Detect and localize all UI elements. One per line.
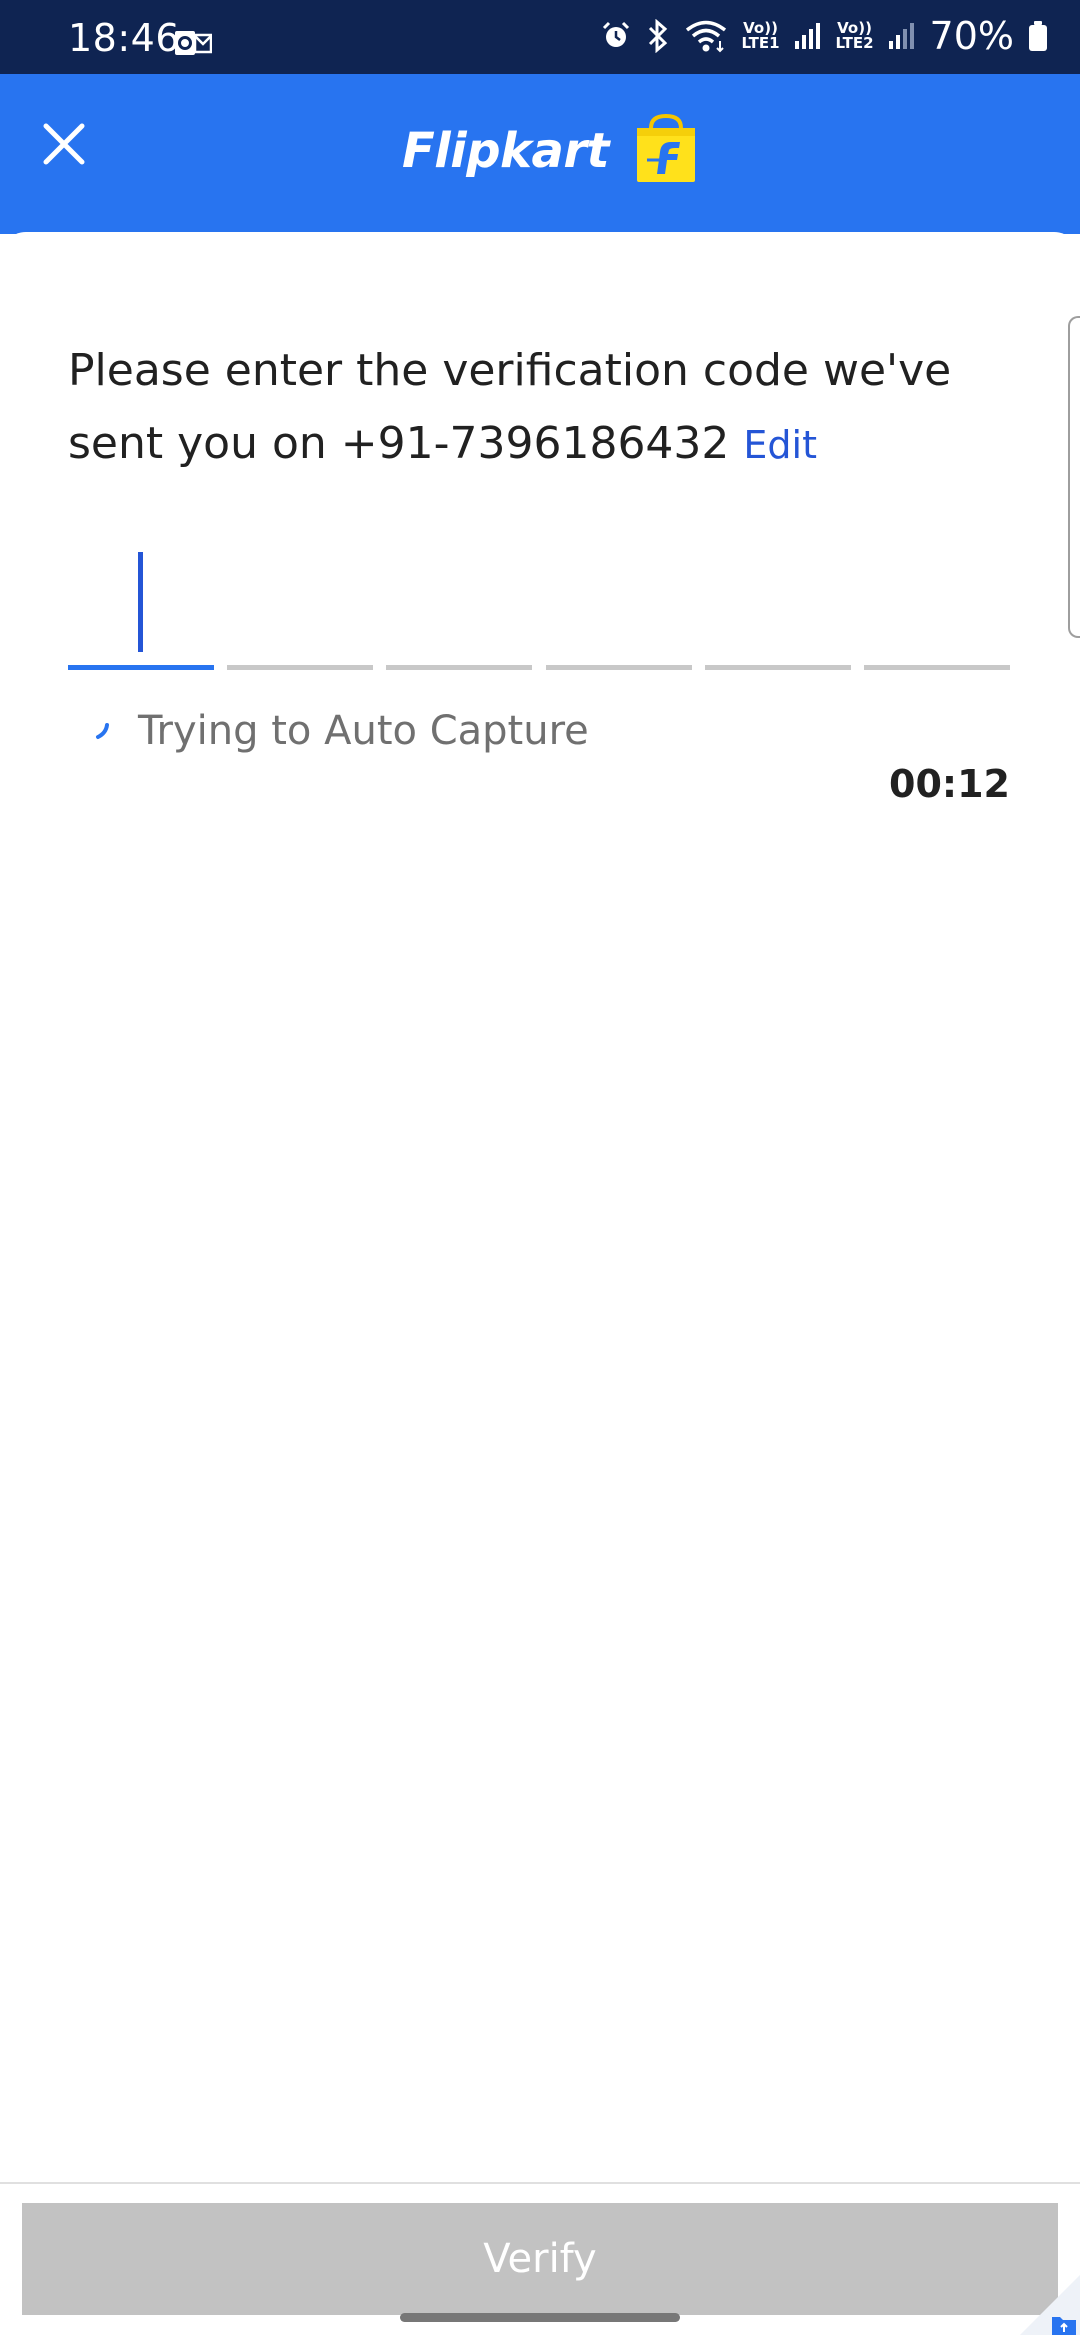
sim1-lte-indicator: Vo)) LTE1: [742, 21, 780, 51]
status-time: 18:46: [68, 16, 181, 60]
outlook-notification-icon: [174, 30, 213, 61]
resend-timer: 00:12: [889, 762, 1010, 806]
footer-divider: [0, 2182, 1080, 2184]
bluetooth-icon: [646, 19, 670, 53]
signal-icon: [794, 21, 822, 51]
loading-spinner-icon: [90, 715, 118, 748]
sim2-lte-label: LTE2: [835, 34, 874, 52]
verification-message-text: Please enter the verification code we've…: [68, 345, 952, 469]
verify-button[interactable]: Verify: [22, 2203, 1058, 2315]
flipkart-brand: Flipkart: [402, 113, 701, 189]
sim1-lte-label: LTE1: [741, 34, 780, 52]
text-cursor: [138, 552, 143, 652]
auto-capture-text: Trying to Auto Capture: [138, 708, 589, 754]
sim2-lte-indicator: Vo)) LTE2: [836, 21, 874, 51]
edit-phone-link[interactable]: Edit: [743, 423, 817, 467]
app-header: Flipkart: [0, 74, 1080, 234]
content-sheet: [0, 232, 1080, 2182]
status-icons: Vo)) LTE1 Vo)) LTE2 70%: [600, 14, 1048, 58]
signal-icon: [888, 21, 916, 51]
status-bar: 18:46 Vo)) LTE1 Vo)) LTE2 70%: [0, 0, 1080, 74]
auto-capture-status: Trying to Auto Capture: [90, 706, 589, 756]
otp-verification-screen: 18:46 Vo)) LTE1 Vo)) LTE2 70% Flipkart P…: [0, 0, 1080, 2340]
alarm-icon: [600, 20, 632, 52]
scroll-handle[interactable]: [1068, 316, 1080, 638]
close-button[interactable]: [36, 118, 92, 174]
home-indicator[interactable]: [400, 2313, 680, 2322]
otp-input-row: [68, 540, 1010, 670]
battery-percent: 70%: [929, 14, 1014, 58]
battery-icon: [1028, 20, 1048, 52]
otp-digit-1[interactable]: [68, 540, 214, 670]
close-icon: [42, 122, 86, 171]
folder-upload-icon[interactable]: [1020, 2275, 1080, 2340]
brand-name: Flipkart: [402, 123, 609, 179]
otp-digit-2[interactable]: [227, 540, 374, 670]
otp-digit-4[interactable]: [545, 540, 692, 670]
verification-message: Please enter the verification code we've…: [68, 334, 968, 482]
otp-digit-5[interactable]: [704, 540, 851, 670]
otp-digit-3[interactable]: [386, 540, 533, 670]
flipkart-bag-icon: [631, 113, 701, 189]
wifi-icon: [684, 19, 728, 53]
otp-digit-6[interactable]: [863, 540, 1010, 670]
